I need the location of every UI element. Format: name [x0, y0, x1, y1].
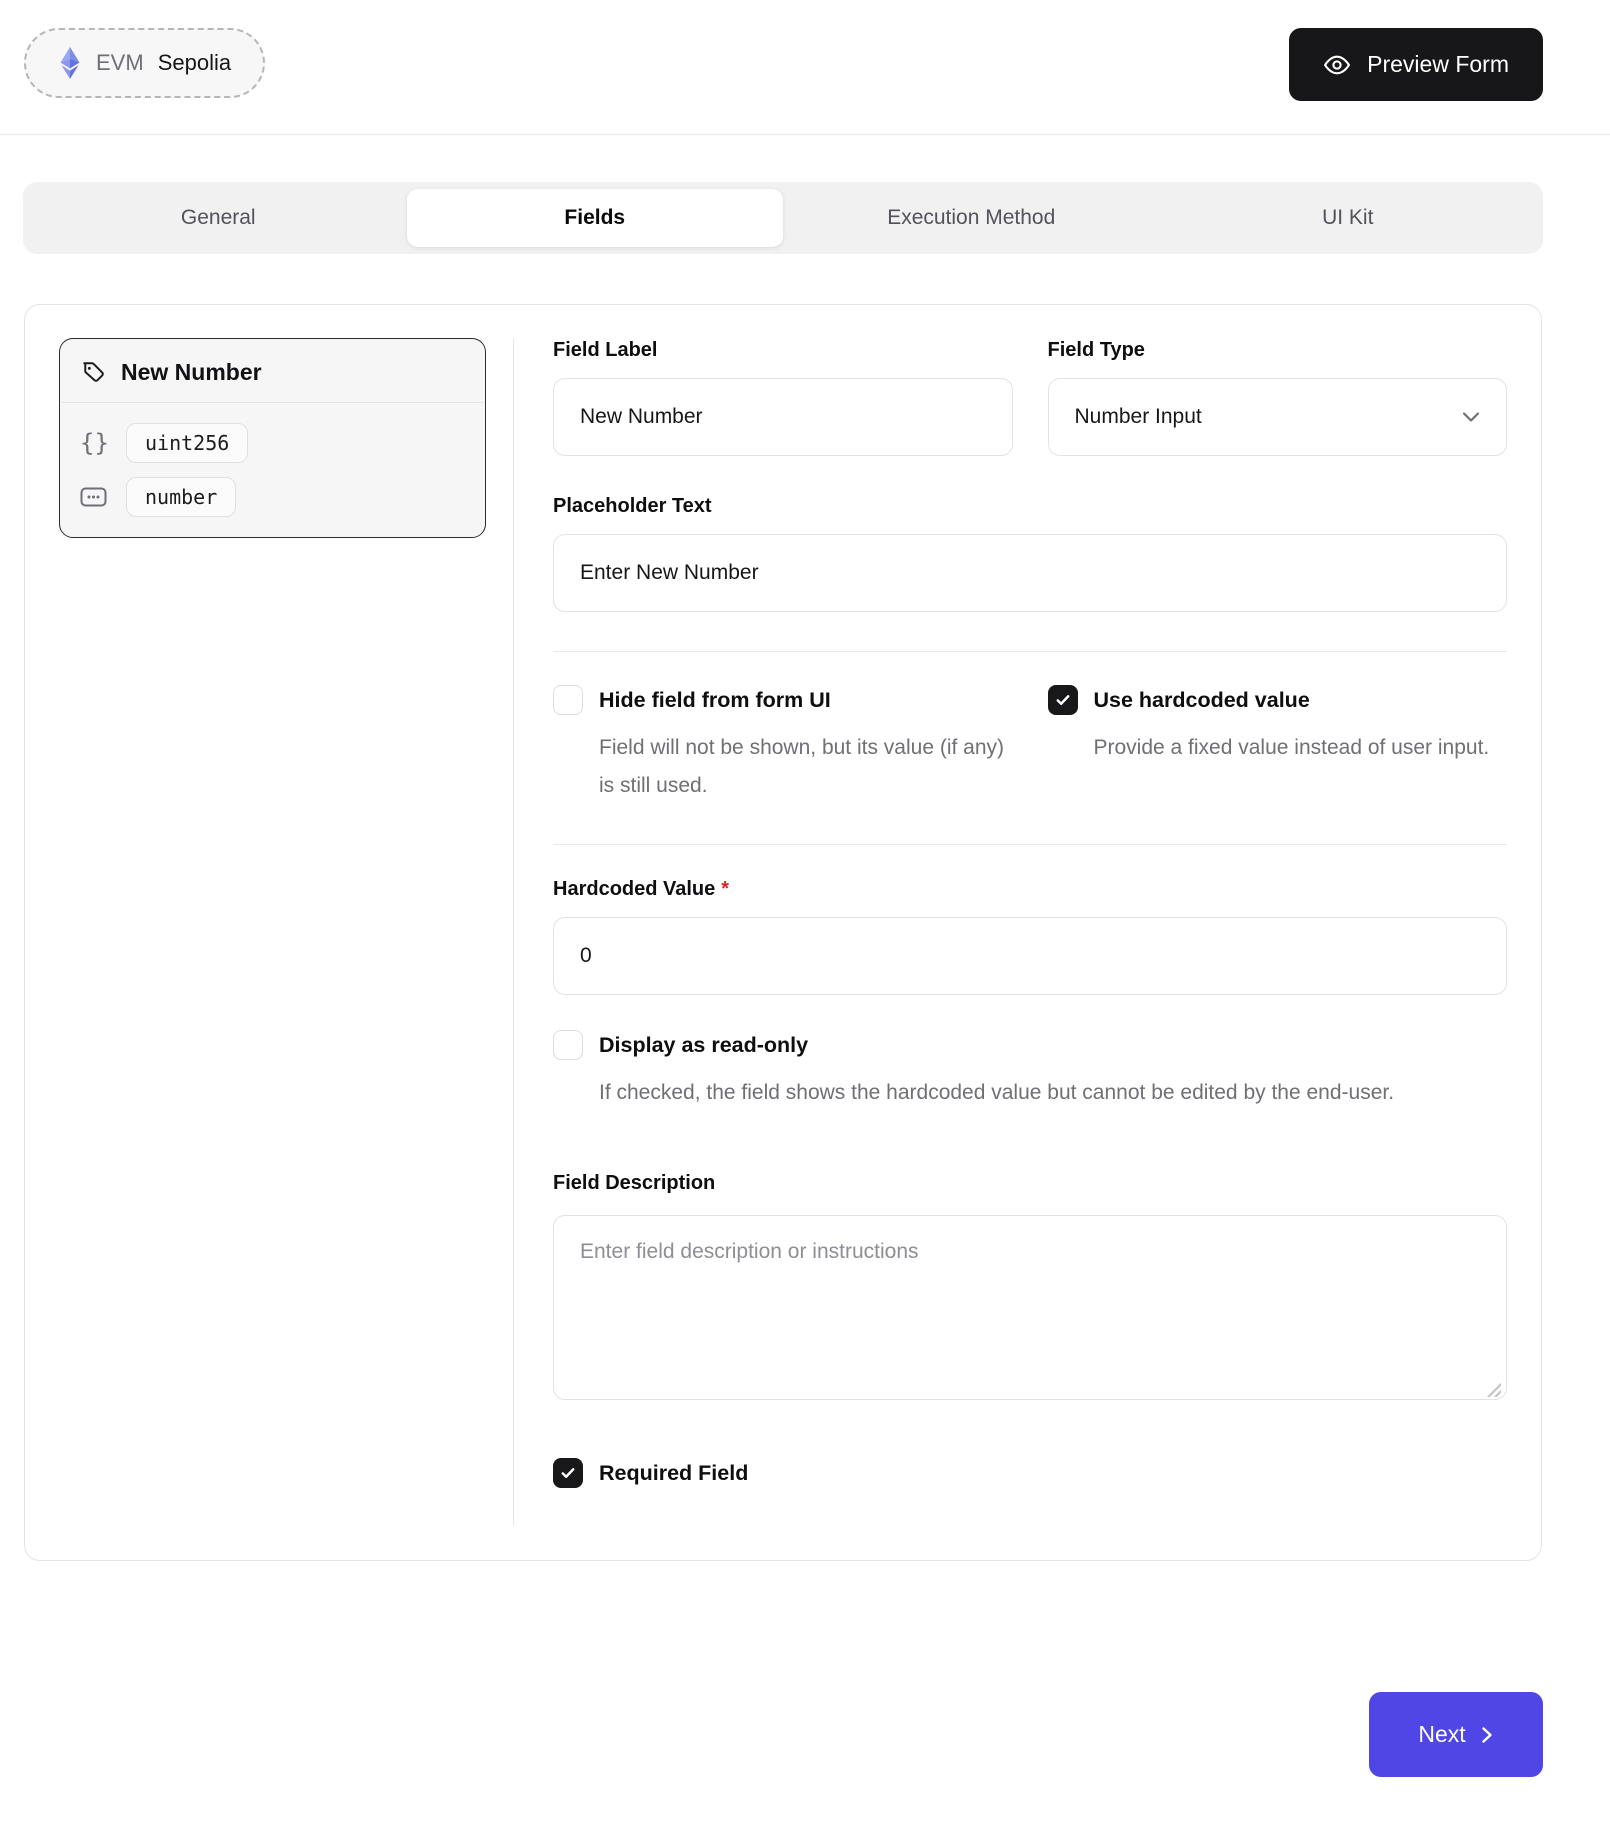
field-type-select[interactable]: Number Input	[1048, 378, 1508, 456]
badge-network-label: Sepolia	[158, 50, 231, 76]
required-asterisk: *	[721, 878, 729, 900]
preview-form-button[interactable]: Preview Form	[1289, 28, 1543, 101]
required-field-group: Required Field	[553, 1458, 1507, 1488]
tag-icon	[80, 359, 107, 386]
tab-bar: General Fields Execution Method UI Kit	[23, 182, 1543, 254]
field-label-group: Field Label	[553, 338, 1013, 456]
use-hardcoded-label[interactable]: Use hardcoded value	[1094, 685, 1310, 715]
abi-type-row: {} uint256	[80, 423, 465, 463]
network-badge[interactable]: EVM Sepolia	[24, 28, 265, 98]
hide-field-description: Field will not be shown, but its value (…	[599, 729, 1009, 805]
input-box-icon	[80, 487, 110, 507]
use-hardcoded-group: Use hardcoded value Provide a fixed valu…	[1048, 685, 1508, 805]
header: EVM Sepolia Preview Form	[0, 0, 1610, 101]
hide-field-label[interactable]: Hide field from form UI	[599, 685, 831, 715]
braces-icon: {}	[80, 429, 110, 457]
tab-ui-kit[interactable]: UI Kit	[1160, 189, 1537, 247]
ethereum-icon	[58, 46, 82, 80]
next-button[interactable]: Next	[1369, 1692, 1543, 1777]
field-list-item-selected[interactable]: New Number {} uint256	[59, 338, 486, 538]
eye-icon	[1323, 51, 1351, 79]
field-card-badges: {} uint256 number	[60, 403, 485, 537]
field-type-label: Field Type	[1048, 338, 1508, 362]
preview-form-label: Preview Form	[1367, 51, 1509, 78]
placeholder-text-label: Placeholder Text	[553, 494, 1507, 518]
field-editor-column: Field Label Field Type Number Input Plac…	[514, 338, 1507, 1526]
input-kind-row: number	[80, 477, 465, 517]
tab-execution-method[interactable]: Execution Method	[783, 189, 1160, 247]
field-list-column: New Number {} uint256	[59, 338, 514, 1526]
section-divider-1	[553, 651, 1507, 652]
abi-type-badge: uint256	[126, 423, 248, 463]
header-divider	[0, 134, 1610, 135]
placeholder-text-input[interactable]	[553, 534, 1507, 612]
field-type-group: Field Type Number Input	[1048, 338, 1508, 456]
tab-fields[interactable]: Fields	[407, 189, 784, 247]
hide-field-group: Hide field from form UI Field will not b…	[553, 685, 1013, 805]
hardcoded-value-input[interactable]	[553, 917, 1507, 995]
tab-general[interactable]: General	[30, 189, 407, 247]
display-readonly-checkbox[interactable]	[553, 1030, 583, 1060]
hardcoded-value-group: Hardcoded Value *	[553, 877, 1507, 995]
hide-field-checkbox[interactable]	[553, 685, 583, 715]
input-kind-badge: number	[126, 477, 236, 517]
field-label-input[interactable]	[553, 378, 1013, 456]
badge-platform-label: EVM	[96, 50, 144, 76]
display-readonly-group: Display as read-only If checked, the fie…	[553, 1030, 1507, 1112]
field-description-label: Field Description	[553, 1171, 1507, 1195]
field-card-title: New Number	[121, 359, 262, 386]
fields-editor-card: New Number {} uint256	[24, 304, 1542, 1561]
field-description-textarea[interactable]	[553, 1215, 1507, 1400]
field-label-label: Field Label	[553, 338, 1013, 362]
display-readonly-label[interactable]: Display as read-only	[599, 1030, 808, 1060]
field-description-group: Field Description	[553, 1171, 1507, 1405]
required-field-checkbox[interactable]	[553, 1458, 583, 1488]
use-hardcoded-checkbox[interactable]	[1048, 685, 1078, 715]
required-field-label[interactable]: Required Field	[599, 1458, 748, 1488]
display-readonly-description: If checked, the field shows the hardcode…	[599, 1074, 1459, 1112]
chevron-down-icon	[1462, 411, 1480, 423]
field-type-value: Number Input	[1075, 405, 1202, 429]
hardcoded-value-label: Hardcoded Value	[553, 878, 715, 900]
placeholder-text-group: Placeholder Text	[553, 494, 1507, 612]
next-button-label: Next	[1418, 1721, 1465, 1748]
chevron-right-icon	[1480, 1725, 1494, 1745]
use-hardcoded-description: Provide a fixed value instead of user in…	[1094, 729, 1494, 767]
section-divider-2	[553, 844, 1507, 845]
field-card-header: New Number	[60, 339, 485, 402]
footer: Next	[0, 1561, 1610, 1777]
